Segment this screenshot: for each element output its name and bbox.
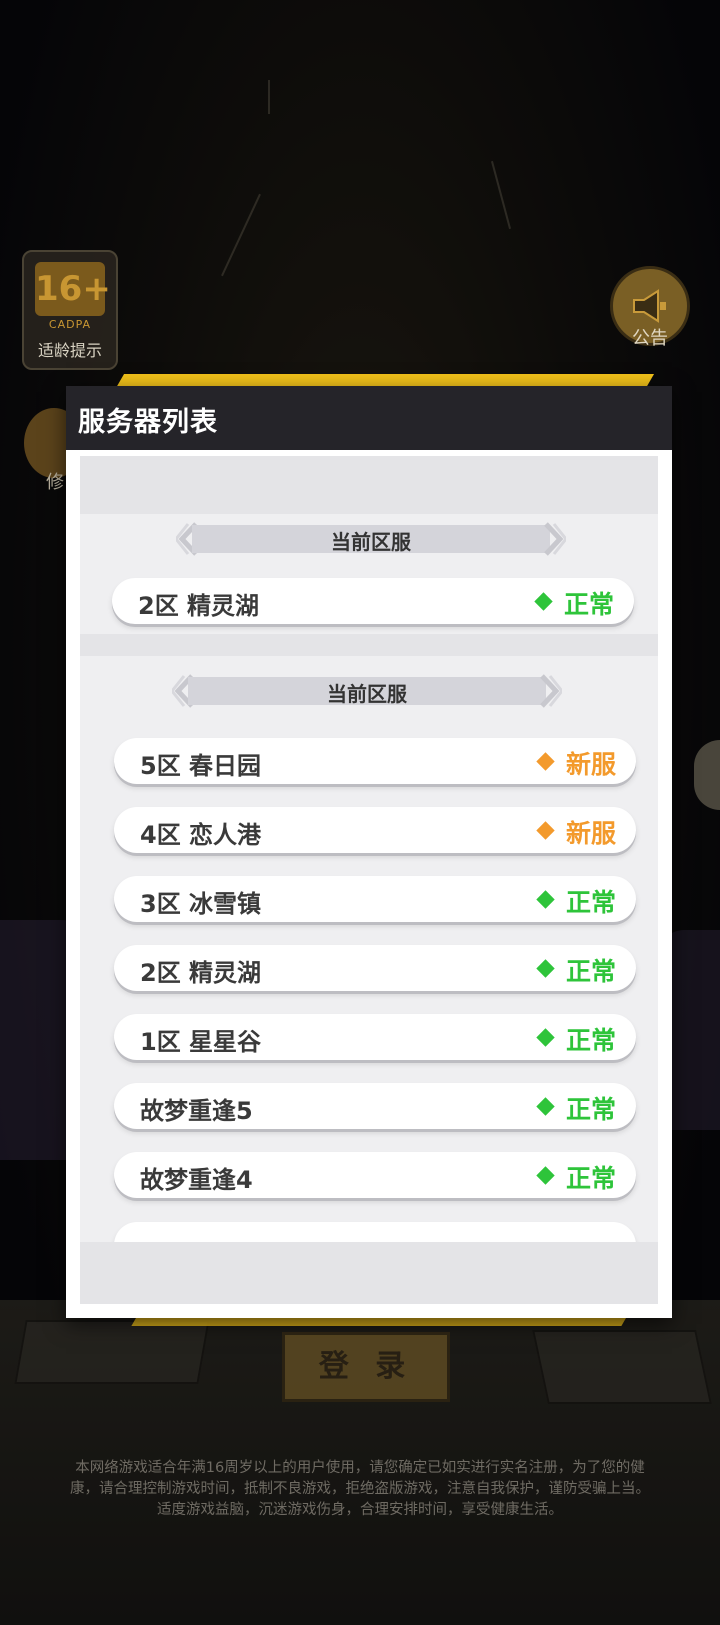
server-status: 新服 — [565, 750, 616, 779]
age-tip-label: 适龄提示 — [37, 341, 102, 360]
section-header-label: 当前区服 — [331, 530, 411, 554]
server-name: 故梦重逢4 — [140, 1166, 253, 1194]
server-row[interactable]: 故梦重逢4 正常 — [114, 1152, 636, 1198]
age-rating-number: 16+ — [35, 262, 111, 316]
server-status: 正常 — [563, 590, 614, 619]
server-name: 2区 精灵湖 — [140, 959, 262, 987]
notice-button[interactable]: 公告 — [610, 266, 690, 350]
current-server-section: 当前区服 2区 精灵湖 正常 — [80, 514, 658, 634]
server-row[interactable]: 2区 精灵湖 正常 — [114, 945, 636, 991]
section-header: 当前区服 — [172, 674, 562, 708]
panel-header: 服务器列表 — [66, 386, 672, 450]
notice-label: 公告 — [632, 328, 668, 349]
panel-title: 服务器列表 — [78, 407, 218, 438]
server-name: 3区 冰雪镇 — [140, 890, 262, 918]
health-disclaimer: 本网络游戏适合年满16周岁以上的用户使用，请您确定已如实进行实名注册，为了您的健… — [14, 1458, 706, 1521]
server-row[interactable]: 1区 星星谷 正常 — [114, 1014, 636, 1060]
server-status: 正常 — [565, 1164, 616, 1193]
login-button[interactable]: 登 录 — [282, 1332, 450, 1402]
status-diamond-icon — [536, 1166, 555, 1185]
server-row[interactable]: 3区 冰雪镇 正常 — [114, 876, 636, 922]
status-diamond-icon — [536, 1028, 555, 1047]
status-diamond-icon — [536, 1097, 555, 1116]
server-name: 4区 恋人港 — [140, 821, 262, 849]
status-diamond-icon — [536, 890, 555, 909]
server-name: 2区 精灵湖 — [138, 592, 260, 620]
server-list-panel: 服务器列表 当前区服 2区 精灵湖 正常 当前区服 5区 春日园 新服 4区 恋… — [66, 386, 672, 1318]
server-name: 5区 春日园 — [140, 752, 262, 780]
server-status: 正常 — [565, 1026, 616, 1055]
status-diamond-icon — [536, 752, 555, 771]
server-row[interactable]: 故梦重逢5 正常 — [114, 1083, 636, 1129]
disclaimer-line: 康，请合理控制游戏时间，抵制不良游戏，拒绝盗版游戏，注意自我保护，谨防受骗上当。 — [70, 1481, 650, 1497]
age-rating-code: CADPA — [48, 318, 92, 331]
status-diamond-icon — [534, 592, 553, 611]
server-list-section[interactable]: 当前区服 5区 春日园 新服 4区 恋人港 新服 3区 冰雪镇 正常 2区 精灵… — [80, 656, 658, 1242]
section-header-label: 当前区服 — [327, 682, 407, 706]
server-status: 正常 — [565, 957, 616, 986]
section-header: 当前区服 — [176, 522, 566, 556]
disclaimer-line: 适度游戏益脑，沉迷游戏伤身，合理安排时间，享受健康生活。 — [157, 1502, 563, 1518]
server-row[interactable]: 4区 恋人港 新服 — [114, 807, 636, 853]
server-status: 正常 — [565, 888, 616, 917]
server-row-partial[interactable] — [114, 1222, 636, 1242]
current-server-row[interactable]: 2区 精灵湖 正常 — [112, 578, 634, 624]
server-row[interactable]: 5区 春日园 新服 — [114, 738, 636, 784]
server-name: 1区 星星谷 — [140, 1028, 262, 1056]
server-status: 新服 — [565, 819, 616, 848]
status-diamond-icon — [536, 959, 555, 978]
status-diamond-icon — [536, 821, 555, 840]
server-name: 故梦重逢5 — [140, 1097, 253, 1125]
age-rating-badge[interactable]: 16+ CADPA 适龄提示 — [22, 250, 118, 370]
disclaimer-line: 本网络游戏适合年满16周岁以上的用户使用，请您确定已如实进行实名注册，为了您的健 — [75, 1460, 645, 1476]
server-status: 正常 — [565, 1095, 616, 1124]
repair-label: 修 — [46, 472, 64, 493]
panel-body: 当前区服 2区 精灵湖 正常 当前区服 5区 春日园 新服 4区 恋人港 新服 … — [80, 456, 658, 1304]
